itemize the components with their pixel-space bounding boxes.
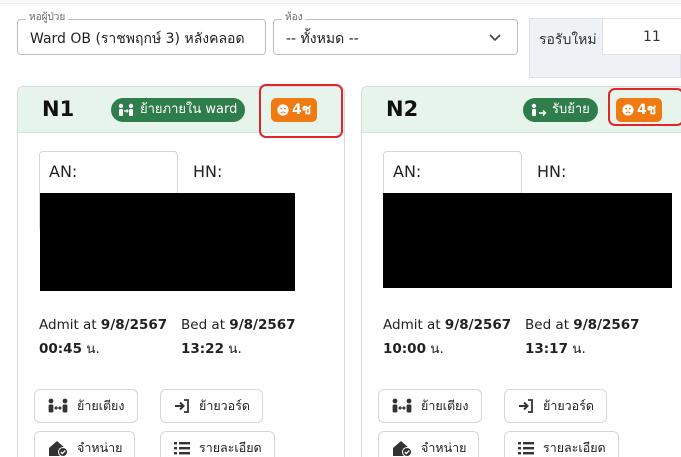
hn-label: HN: [193, 162, 223, 181]
bed-info: Bed at 9/8/2567 13:17 น. [525, 313, 640, 361]
bed-date: 9/8/2567 [229, 317, 296, 333]
bed-card-n1[interactable]: N1 ย้ายภายใน ward 4ช AN: HN: Admit at 9/… [17, 86, 345, 457]
chevron-down-icon [489, 34, 501, 42]
an-label: AN: [393, 162, 422, 181]
an-label: AN: [49, 162, 78, 181]
transfer-people-icon [118, 103, 134, 116]
list-icon [174, 442, 190, 455]
waiting-count-box: 11 [602, 19, 681, 55]
admit-date: 9/8/2567 [444, 317, 512, 333]
house-check-icon [49, 441, 68, 457]
details-label: รายละเอียด [543, 440, 606, 455]
bed-label: Bed at [181, 317, 225, 333]
sign-in-arrow-icon [519, 399, 533, 413]
room-select-value: -- ทั้งหมด -- [286, 31, 359, 47]
ward-select-label: หอผู้ป่วย [26, 12, 69, 24]
bed-label: Bed at [525, 317, 569, 333]
top-bar [0, 0, 681, 4]
move-ward-button[interactable]: ย้ายวอร์ด [160, 389, 264, 423]
waiting-admission-panel: รอรับใหม่ 11 [529, 18, 681, 78]
admit-time: 10:00 [383, 341, 426, 357]
redacted-patient-info [40, 193, 295, 291]
admit-info: Admit at 9/8/2567 00:45 น. [39, 313, 167, 361]
discharge-label: จำหน่าย [421, 440, 467, 455]
admit-label: Admit at [383, 317, 441, 333]
bed-card-n2[interactable]: N2 รับย้าย 4ช AN: HN: Admit at 9/8/2567 … [361, 86, 681, 457]
discharge-button[interactable]: จำหน่าย [34, 431, 136, 457]
move-status-text: รับย้าย [552, 102, 590, 117]
bed-time: 13:17 [525, 341, 568, 357]
highlight-annotation-n1 [259, 84, 343, 138]
redacted-patient-info [383, 193, 672, 288]
details-label: รายละเอียด [199, 440, 262, 455]
ward-select[interactable]: หอผู้ป่วย Ward OB (ราชพฤกษ์ 3) หลังคลอด [17, 12, 266, 55]
waiting-count: 11 [643, 29, 661, 45]
bed-unit: น. [572, 341, 586, 357]
bed-date: 9/8/2567 [573, 317, 640, 333]
discharge-label: จำหน่าย [77, 440, 123, 455]
details-button[interactable]: รายละเอียด [160, 431, 275, 457]
admit-info: Admit at 9/8/2567 10:00 น. [383, 313, 511, 361]
sign-in-arrow-icon [175, 399, 189, 413]
room-select-label: ห้อง [282, 12, 306, 24]
bed-time: 13:22 [181, 341, 224, 357]
move-status-badge: รับย้าย [523, 98, 598, 122]
admit-time: 00:45 [39, 341, 82, 357]
move-bed-icon [392, 398, 412, 413]
bed-info: Bed at 9/8/2567 13:22 น. [181, 313, 296, 361]
ward-select-value: Ward OB (ราชพฤกษ์ 3) หลังคลอด [30, 31, 245, 47]
house-check-icon [393, 441, 412, 457]
highlight-annotation-n2 [608, 88, 681, 126]
waiting-label: รอรับใหม่ [539, 32, 597, 48]
room-select[interactable]: ห้อง -- ทั้งหมด -- [273, 12, 518, 55]
move-bed-button[interactable]: ย้ายเตียง [34, 389, 138, 423]
hn-label: HN: [537, 162, 567, 181]
bed-unit: น. [228, 341, 242, 357]
bed-title: N1 [42, 97, 75, 121]
move-bed-icon [48, 398, 68, 413]
move-status-text: ย้ายภายใน ward [140, 102, 238, 117]
move-bed-label: ย้ายเตียง [421, 398, 469, 413]
admit-unit: น. [86, 341, 100, 357]
list-icon [518, 442, 534, 455]
receive-transfer-icon [531, 103, 547, 116]
admit-date: 9/8/2567 [100, 317, 168, 333]
move-ward-label: ย้ายวอร์ด [543, 398, 595, 413]
admit-label: Admit at [39, 317, 97, 333]
move-status-badge: ย้ายภายใน ward [111, 98, 246, 122]
move-bed-label: ย้ายเตียง [77, 398, 125, 413]
move-ward-label: ย้ายวอร์ด [199, 398, 251, 413]
move-bed-button[interactable]: ย้ายเตียง [378, 389, 482, 423]
discharge-button[interactable]: จำหน่าย [378, 431, 480, 457]
bed-title: N2 [386, 97, 419, 121]
move-ward-button[interactable]: ย้ายวอร์ด [504, 389, 608, 423]
admit-unit: น. [430, 341, 444, 357]
details-button[interactable]: รายละเอียด [504, 431, 619, 457]
